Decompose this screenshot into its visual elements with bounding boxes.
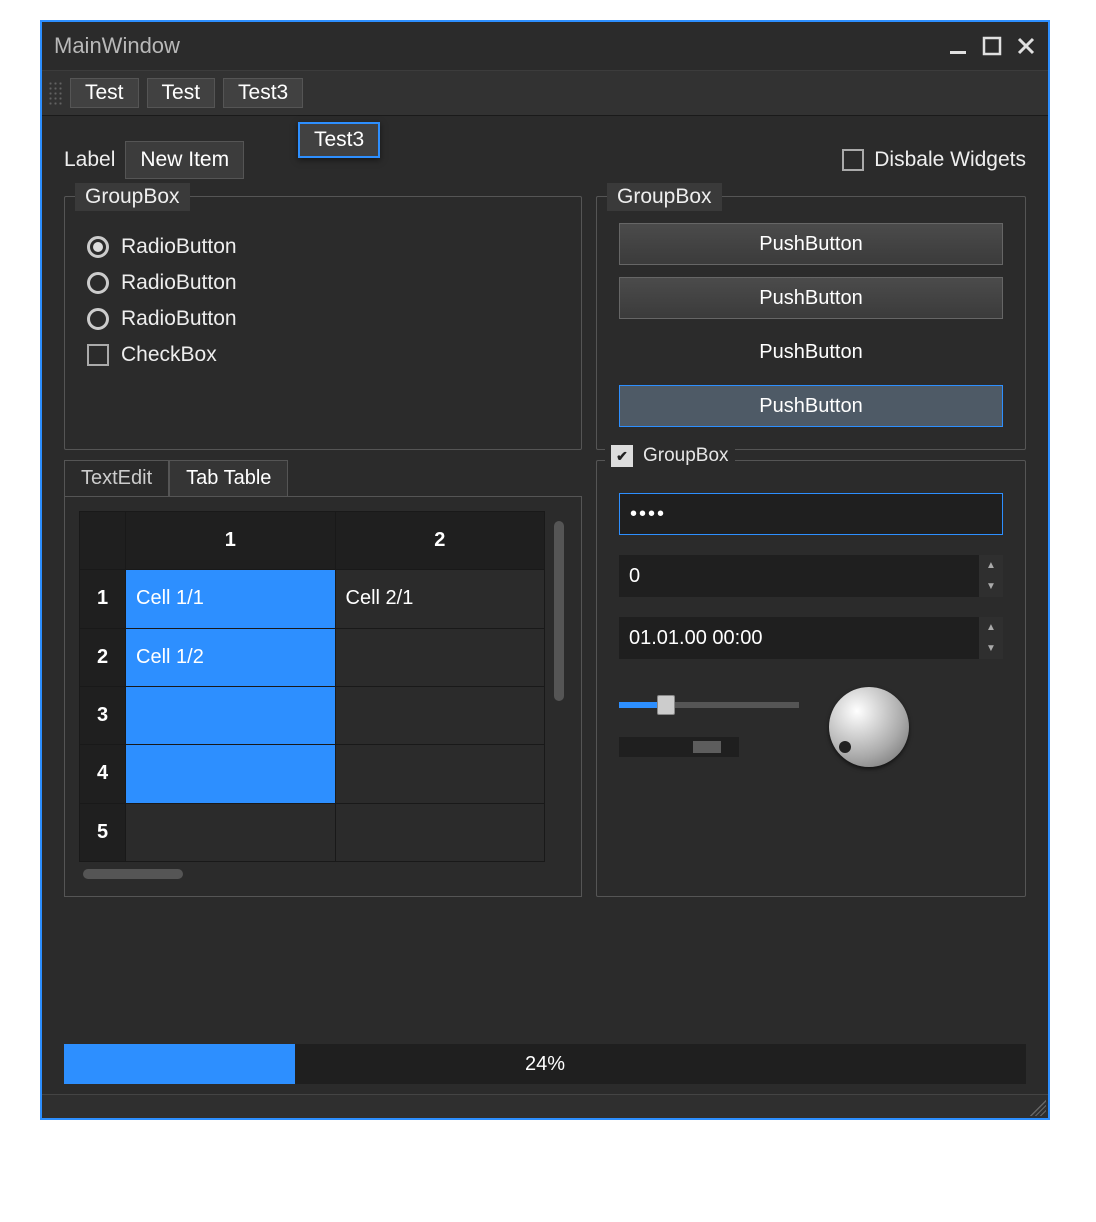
content-area: Label New Item Test3 Disbale Widgets Gro… [42,116,1048,1038]
tab-page-table: 1 2 1 Cell 1/1 Cell 2/1 2 Cell 1/2 [64,497,582,897]
table-row: 1 Cell 1/1 Cell 2/1 [80,570,545,628]
progress-text: 24% [525,1053,565,1076]
table-cell[interactable]: Cell 1/1 [126,570,336,628]
toolbar-drag-handle-icon[interactable] [48,81,62,105]
table-row: 2 Cell 1/2 [80,628,545,686]
dial[interactable] [829,687,909,767]
slider-handle-icon[interactable] [657,695,675,715]
radio-0[interactable]: RadioButton [87,235,559,259]
radio-1[interactable]: RadioButton [87,271,559,295]
checkbox-0[interactable]: CheckBox [87,343,559,367]
tab-widget: TextEdit Tab Table 1 2 1 [64,460,582,897]
slider[interactable] [619,697,799,711]
groupbox-form-header[interactable]: GroupBox [605,445,735,467]
groupbox-radios: GroupBox RadioButton RadioButton RadioBu… [64,196,582,450]
lower-groups: TextEdit Tab Table 1 2 1 [64,460,1026,897]
label: Label [64,148,115,172]
busy-indicator [619,737,739,757]
radio-2-label: RadioButton [121,307,237,331]
spinbox-value: 0 [619,565,979,588]
table-row-header[interactable]: 5 [80,803,126,861]
checkbox-box-icon [842,149,864,171]
table-col-1[interactable]: 1 [126,512,336,570]
radio-icon [87,308,109,330]
table-row: 3 [80,686,545,744]
combobox-popup[interactable]: Test3 [298,122,380,158]
top-row: Label New Item Test3 Disbale Widgets [64,134,1026,186]
tab-textedit[interactable]: TextEdit [64,460,169,496]
push-button-2-flat[interactable]: PushButton [619,331,1003,373]
table-row: 4 [80,745,545,803]
radio-icon [87,272,109,294]
table-row-header[interactable]: 2 [80,628,126,686]
toolbar-item-0[interactable]: Test [70,78,139,108]
table-corner[interactable] [80,512,126,570]
table-cell[interactable]: Cell 1/2 [126,628,336,686]
groupbox-radios-title: GroupBox [75,183,190,211]
radio-2[interactable]: RadioButton [87,307,559,331]
groupbox-form: GroupBox 0 ▲▼ 01.01.00 00:00 ▲▼ [596,460,1026,897]
window-title: MainWindow [54,33,180,59]
groupbox-check-icon [611,445,633,467]
table-cell[interactable]: Cell 2/1 [335,570,545,628]
datetime-value: 01.01.00 00:00 [619,627,979,650]
datetime-edit[interactable]: 01.01.00 00:00 ▲▼ [619,617,1003,659]
table-row: 5 [80,803,545,861]
table-row-header[interactable]: 3 [80,686,126,744]
status-bar [42,1094,1048,1118]
tab-table[interactable]: Tab Table [169,460,288,496]
push-button-0[interactable]: PushButton [619,223,1003,265]
spinbox-arrows-icon[interactable]: ▲▼ [979,555,1003,597]
checkbox-0-label: CheckBox [121,343,217,367]
toolbar-item-1[interactable]: Test [147,78,216,108]
combobox-value: New Item [140,148,229,172]
disable-widgets-label: Disbale Widgets [874,148,1026,172]
groupbox-form-title: GroupBox [643,445,729,467]
upper-groups: GroupBox RadioButton RadioButton RadioBu… [64,196,1026,450]
main-window: MainWindow Test Test Test3 Label New Ite… [40,20,1050,1120]
combobox-popup-item: Test3 [314,128,364,151]
table-cell[interactable] [126,686,336,744]
toolbar: Test Test Test3 [42,70,1048,116]
toolbar-item-2[interactable]: Test3 [223,78,303,108]
push-button-3-hover[interactable]: PushButton [619,385,1003,427]
datetime-arrows-icon[interactable]: ▲▼ [979,617,1003,659]
password-field[interactable] [619,493,1003,535]
table-vscroll[interactable] [551,511,567,882]
checkbox-box-icon [87,344,109,366]
titlebar: MainWindow [42,22,1048,70]
table-cell[interactable] [335,803,545,861]
radio-0-label: RadioButton [121,235,237,259]
radio-1-label: RadioButton [121,271,237,295]
groupbox-buttons-title: GroupBox [607,183,722,211]
push-button-1[interactable]: PushButton [619,277,1003,319]
progress-fill [64,1044,295,1084]
radio-icon [87,236,109,258]
table-row-header[interactable]: 4 [80,745,126,803]
table-hscroll[interactable] [79,866,239,882]
table-cell[interactable] [335,686,545,744]
progress-bar: 24% [64,1044,1026,1084]
spinbox[interactable]: 0 ▲▼ [619,555,1003,597]
table-col-2[interactable]: 2 [335,512,545,570]
table[interactable]: 1 2 1 Cell 1/1 Cell 2/1 2 Cell 1/2 [79,511,545,862]
table-cell[interactable] [126,803,336,861]
maximize-icon[interactable] [982,36,1002,56]
tab-bar: TextEdit Tab Table [64,460,582,497]
table-row-header[interactable]: 1 [80,570,126,628]
disable-widgets-checkbox[interactable]: Disbale Widgets [842,148,1026,172]
groupbox-buttons: GroupBox PushButton PushButton PushButto… [596,196,1026,450]
table-header-row: 1 2 [80,512,545,570]
size-grip-icon[interactable] [1030,1100,1046,1116]
minimize-icon[interactable] [948,36,968,56]
table-cell[interactable] [335,745,545,803]
table-cell[interactable] [126,745,336,803]
combobox[interactable]: New Item [125,141,244,179]
close-icon[interactable] [1016,36,1036,56]
table-cell[interactable] [335,628,545,686]
